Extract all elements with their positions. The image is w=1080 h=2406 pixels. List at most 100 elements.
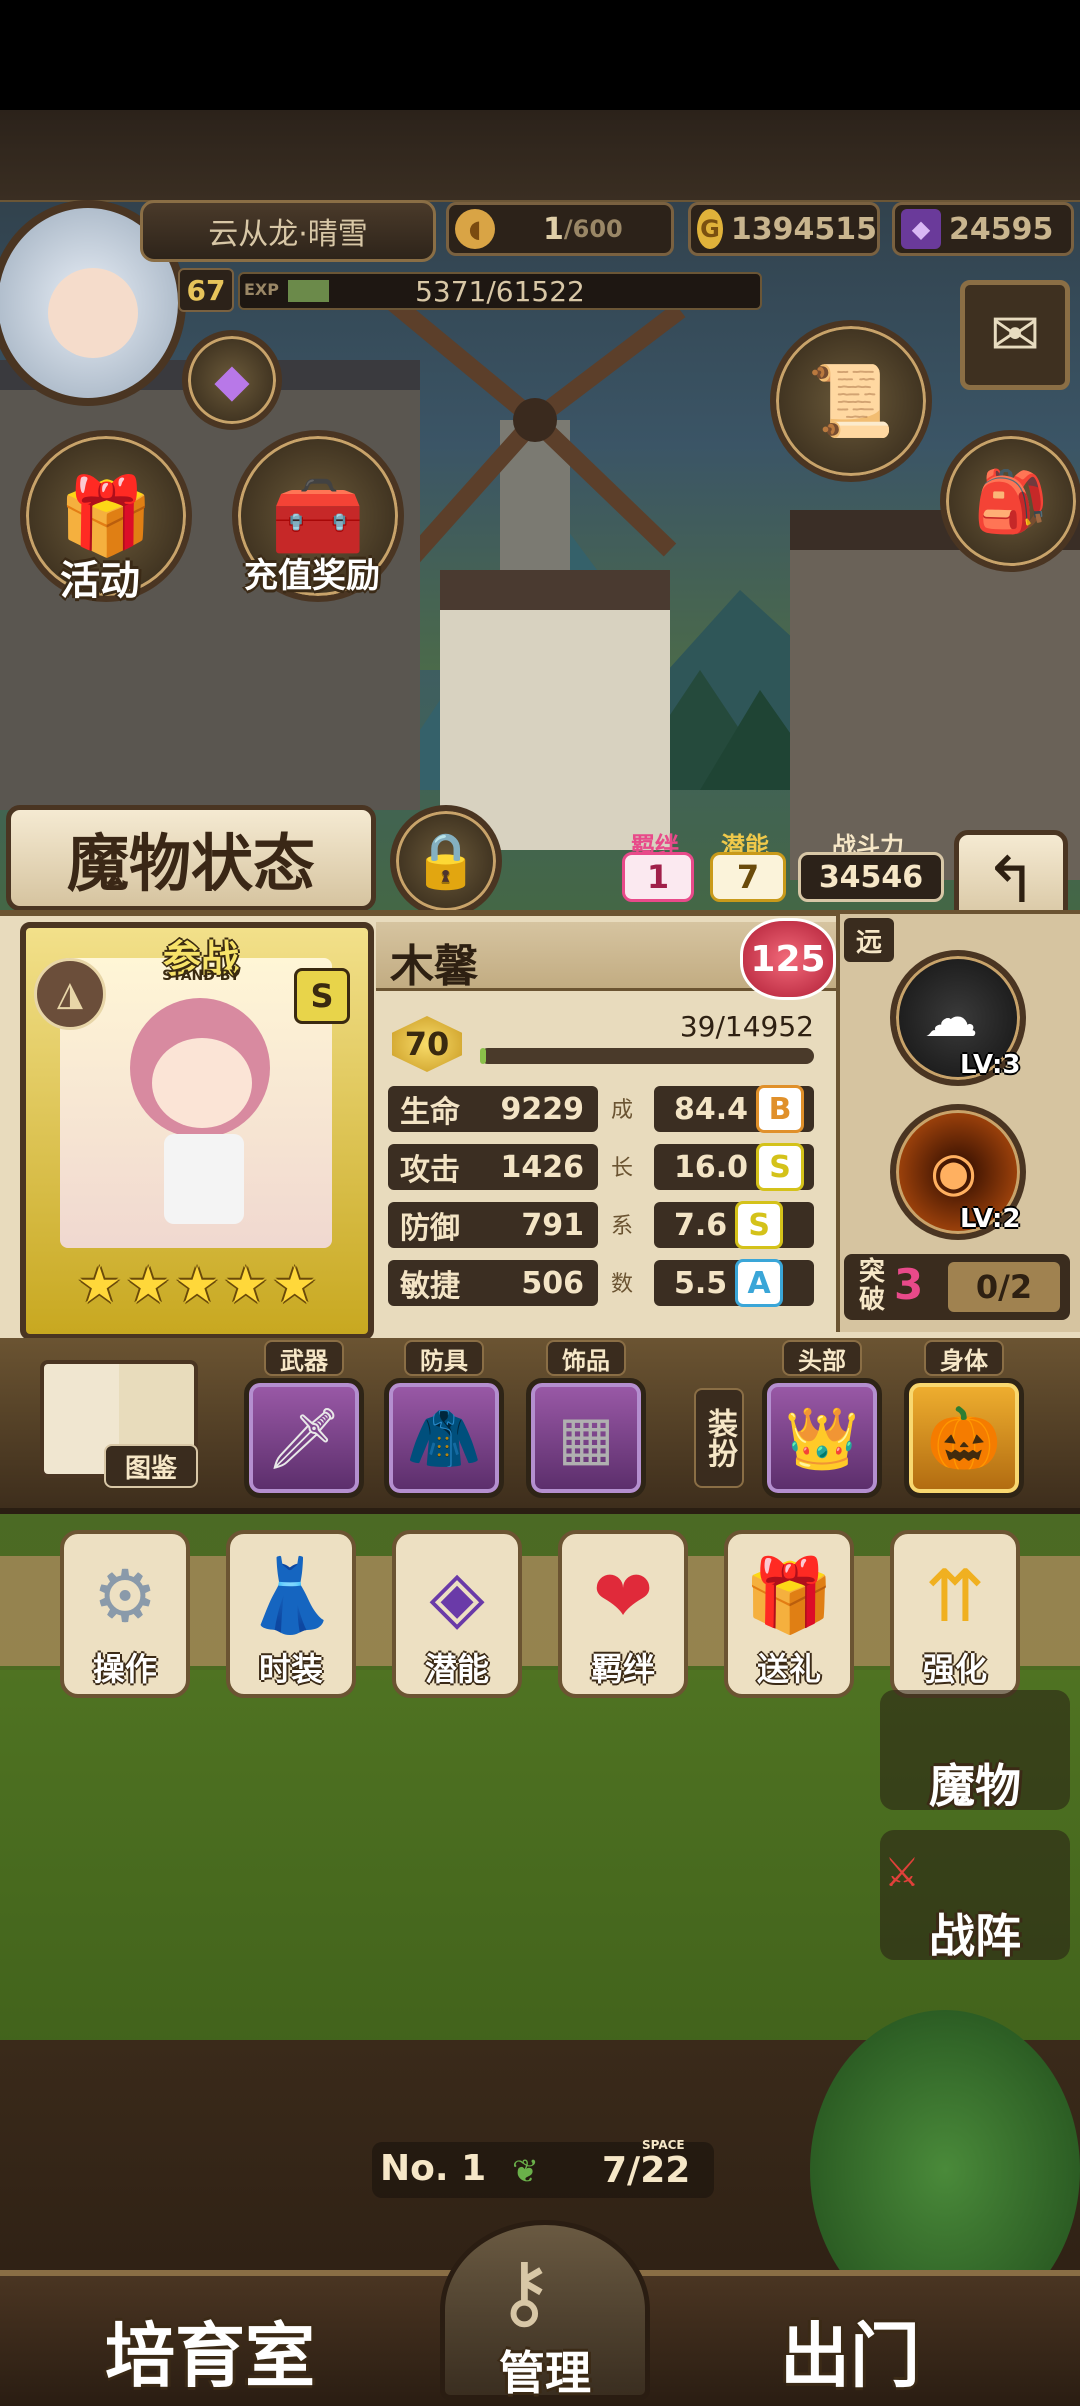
growth-grade: A	[735, 1259, 784, 1307]
gold-coin-icon: G	[697, 209, 723, 249]
lock-button[interactable]: 🔒	[390, 805, 502, 917]
rank-badge: S	[294, 968, 350, 1024]
element-icon: ◮	[34, 958, 106, 1030]
enhance-button[interactable]: ⇈ 强化	[890, 1530, 1020, 1698]
growth-value: 5.5	[674, 1265, 728, 1301]
star-icon: ★	[174, 1256, 220, 1314]
weapon-icon: 🗡	[265, 1403, 343, 1474]
nav-manage[interactable]: ⚷ 管理	[440, 2220, 650, 2400]
monster-status-title: 魔物状态	[6, 805, 376, 911]
monster-exp-fill	[480, 1048, 486, 1064]
monster-card[interactable]: ◮ 参战 STAND BY S ★ ★ ★ ★ ★	[20, 922, 374, 1340]
dressup-label: 装扮	[694, 1388, 744, 1488]
player-name: 云从龙·晴雪	[140, 200, 436, 262]
back-arrow-icon: ↰	[984, 844, 1038, 918]
stats-table: 生命 9229 成 84.4 B 攻击 1426 长 16.0 S 防御 791 系 7.6 S 敏捷 506 数…	[388, 1085, 818, 1322]
monster-name: 木馨	[390, 941, 478, 992]
skill-2-level: LV:2	[960, 1204, 1021, 1234]
fashion-button[interactable]: 👗 时装	[226, 1530, 356, 1698]
top-bar	[0, 110, 1080, 202]
skills-panel: 远 ☁ LV:3 ◉ LV:2 突破 3 0/2	[836, 914, 1080, 1332]
player-exp-bar: EXP 5371/61522	[238, 272, 762, 310]
growth-label-char: 数	[610, 1272, 633, 1297]
star-icon: ★	[125, 1256, 171, 1314]
accessory-label: 饰品	[546, 1340, 626, 1376]
monster-body	[164, 1134, 244, 1224]
outfit-icon: 👗	[246, 1553, 336, 1637]
nav-manage-label: 管理	[499, 2346, 591, 2400]
lock-icon: 🔒	[412, 829, 480, 892]
scroll-icon: 📜	[807, 359, 895, 442]
stat-value: 1426	[500, 1149, 585, 1185]
skill-cloud-icon: ☁	[924, 986, 978, 1049]
gold-counter[interactable]: G 1394515	[688, 202, 880, 256]
growth-label-char: 长	[610, 1156, 633, 1181]
pumpkin-icon: 🎃	[926, 1403, 1002, 1474]
growth-value: 7.6	[674, 1207, 728, 1243]
star-icon: ★	[272, 1256, 318, 1314]
recharge-reward-label: 充值奖励	[244, 556, 380, 596]
gift-button[interactable]: 🎁 送礼	[724, 1530, 854, 1698]
codex-button[interactable]: 图鉴	[40, 1360, 198, 1488]
stamina-value: 1	[543, 211, 564, 247]
operate-button[interactable]: ⚙ 操作	[60, 1530, 190, 1698]
growth-value: 84.4	[674, 1091, 749, 1127]
backpack-icon: 🎒	[973, 466, 1049, 537]
growth-grade: B	[756, 1085, 805, 1133]
envelope-icon: ✉	[989, 300, 1041, 370]
bond-value: 1	[622, 852, 694, 902]
nav-nursery[interactable]: 培育室	[80, 2300, 340, 2401]
stamina-counter[interactable]: ◖ 1 /600	[446, 202, 674, 256]
breakthrough-value: 3	[894, 1260, 924, 1309]
gift-box-icon: 🎁	[744, 1553, 834, 1637]
body-slot[interactable]: 🎃	[904, 1378, 1024, 1498]
room-number: No. 1	[380, 2148, 487, 2189]
player-level: 67	[178, 268, 234, 312]
growth-label-char: 成	[610, 1098, 633, 1123]
potential-button[interactable]: ◈ 潜能	[392, 1530, 522, 1698]
house-middle	[440, 570, 670, 850]
stat-value: 506	[521, 1265, 584, 1301]
codex-label: 图鉴	[104, 1444, 198, 1488]
sprout-icon: ❦	[512, 2152, 539, 2190]
gem-counter[interactable]: ◆ 24595	[892, 202, 1074, 256]
armor-slot[interactable]: 🧥	[384, 1378, 504, 1498]
player-exp-text: 5371/61522	[415, 274, 585, 308]
gold-value: 1394515	[730, 211, 877, 247]
breakthrough-progress: 0/2	[948, 1262, 1060, 1312]
stat-label: 防御	[400, 1211, 460, 1246]
monster-side-button[interactable]: 魔物	[880, 1690, 1070, 1813]
stat-row: 防御 791	[388, 1202, 598, 1248]
add-gem-button[interactable]: ◆	[182, 330, 282, 430]
body-label: 身体	[924, 1340, 1004, 1376]
activity-label: 活动	[60, 558, 140, 604]
star-icon: ★	[223, 1256, 269, 1314]
bread-icon: ◖	[455, 209, 495, 249]
growth-label-char: 系	[610, 1214, 633, 1239]
crossed-swords-icon: ⚔	[884, 1850, 920, 1896]
breakthrough-row[interactable]: 突破 3 0/2	[844, 1254, 1070, 1320]
avatar-face	[48, 268, 138, 358]
growth-value: 16.0	[674, 1149, 749, 1185]
breakthrough-label: 突破	[858, 1257, 885, 1315]
growth-row: 84.4 B	[654, 1085, 814, 1133]
quest-scroll-button[interactable]: 📜	[770, 320, 932, 482]
stat-value: 9229	[500, 1091, 585, 1127]
gem-plus-icon: ◆	[214, 353, 250, 407]
formation-side-button[interactable]: ⚔ 战阵	[880, 1830, 1070, 1963]
upgrade-arrows-icon: ⇈	[924, 1554, 986, 1638]
accessory-slot[interactable]: ▦	[526, 1378, 646, 1498]
growth-row: 16.0 S	[654, 1143, 814, 1191]
star-rating: ★ ★ ★ ★ ★	[66, 1256, 328, 1314]
hearts-icon: ❤	[592, 1554, 654, 1638]
mail-button[interactable]: ✉	[960, 280, 1070, 390]
head-slot[interactable]: 👑	[762, 1378, 882, 1498]
weapon-slot[interactable]: 🗡	[244, 1378, 364, 1498]
bond-button[interactable]: ❤ 羁绊	[558, 1530, 688, 1698]
potential-value: 7	[710, 852, 786, 902]
menu-label: 时装	[258, 1650, 323, 1688]
bag-button[interactable]: 🎒	[940, 430, 1080, 572]
stat-label: 生命	[400, 1095, 460, 1130]
star-icon: ★	[76, 1256, 122, 1314]
nav-exit[interactable]: 出门	[720, 2300, 980, 2401]
